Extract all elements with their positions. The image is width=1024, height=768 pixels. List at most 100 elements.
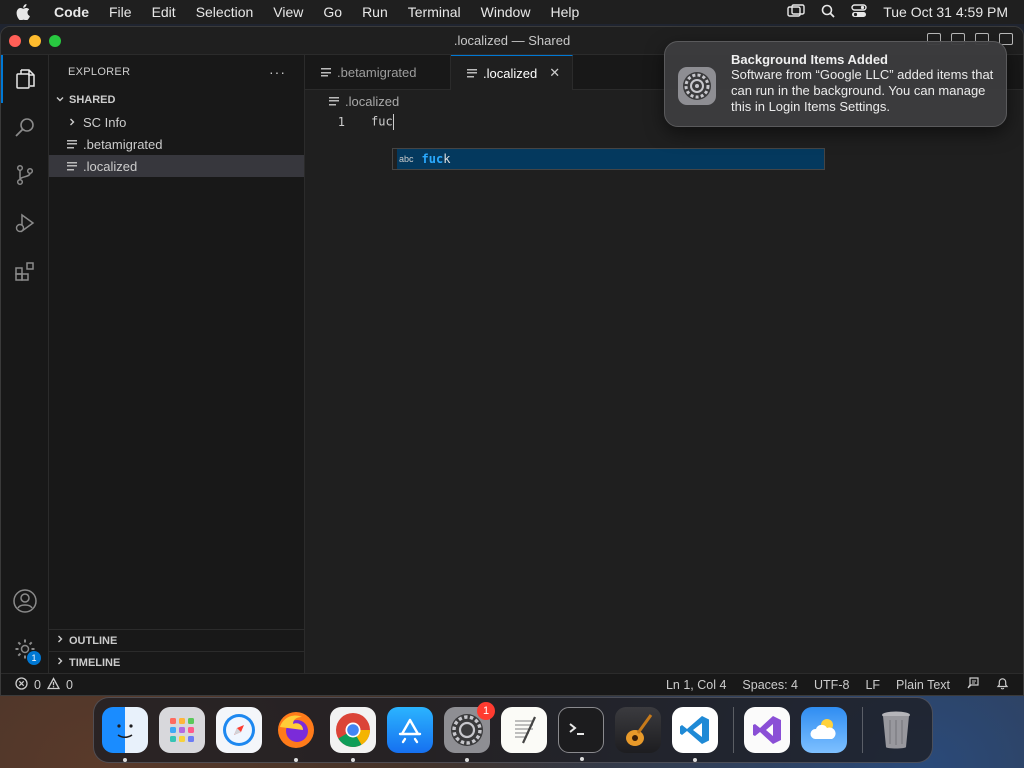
file-icon bbox=[467, 68, 477, 78]
launchpad-icon[interactable] bbox=[159, 707, 205, 753]
folder-name: SHARED bbox=[69, 94, 116, 106]
language-mode[interactable]: Plain Text bbox=[896, 678, 950, 692]
manage-gear-icon[interactable]: 1 bbox=[1, 625, 49, 673]
visual-studio-code-icon[interactable] bbox=[672, 707, 718, 762]
folder-section-shared[interactable]: SHARED bbox=[49, 89, 304, 111]
cursor-position[interactable]: Ln 1, Col 4 bbox=[666, 678, 726, 692]
close-tab-icon[interactable]: ✕ bbox=[549, 65, 560, 81]
textedit-icon[interactable] bbox=[501, 707, 547, 753]
source-control-icon[interactable] bbox=[1, 151, 49, 199]
menu-file[interactable]: File bbox=[109, 4, 132, 20]
code-text-content: fuc bbox=[371, 114, 393, 129]
finder-icon[interactable] bbox=[102, 707, 148, 762]
running-indicator bbox=[693, 758, 697, 762]
tab-localized[interactable]: .localized ✕ bbox=[451, 55, 574, 90]
apple-menu-icon[interactable] bbox=[16, 4, 40, 20]
manage-badge: 1 bbox=[27, 651, 41, 665]
explorer-title: EXPLORER bbox=[68, 66, 131, 78]
error-count: 0 bbox=[34, 677, 41, 692]
feedback-icon[interactable] bbox=[966, 676, 980, 693]
search-icon[interactable] bbox=[1, 103, 49, 151]
file-icon bbox=[329, 96, 339, 106]
screen-mirroring-icon[interactable] bbox=[787, 3, 805, 21]
menu-run[interactable]: Run bbox=[362, 4, 388, 20]
menu-view[interactable]: View bbox=[273, 4, 303, 20]
tree-item-label: .betamigrated bbox=[83, 136, 163, 152]
menu-go[interactable]: Go bbox=[323, 4, 342, 20]
visual-studio-icon[interactable] bbox=[744, 707, 790, 753]
menu-selection[interactable]: Selection bbox=[196, 4, 254, 20]
notification-body: Software from “Google LLC” added items t… bbox=[731, 67, 994, 114]
menu-terminal[interactable]: Terminal bbox=[408, 4, 461, 20]
tab-betamigrated[interactable]: .betamigrated bbox=[305, 55, 451, 90]
system-settings-icon[interactable]: 1 bbox=[444, 702, 495, 762]
maximize-window-button[interactable] bbox=[49, 34, 61, 47]
code-text[interactable]: fuc bbox=[371, 114, 395, 130]
tree-file-betamigrated[interactable]: .betamigrated bbox=[49, 133, 304, 155]
workbench: 1 EXPLORER ··· SHARED SC Info .betamigra… bbox=[1, 55, 1023, 673]
menu-help[interactable]: Help bbox=[550, 4, 579, 20]
line-number: 1 bbox=[337, 115, 345, 129]
explorer-header: EXPLORER ··· bbox=[49, 55, 304, 89]
file-icon bbox=[67, 139, 77, 149]
editor-group: .betamigrated .localized ✕ .localized 1 … bbox=[305, 55, 1023, 673]
terminal-icon[interactable] bbox=[558, 707, 604, 761]
activity-bar-bottom: 1 bbox=[1, 577, 49, 673]
tree-item-label: SC Info bbox=[83, 114, 127, 130]
timeline-section[interactable]: TIMELINE bbox=[49, 651, 304, 673]
tree-file-localized[interactable]: .localized bbox=[49, 155, 304, 177]
suggestion-rest: k bbox=[443, 152, 451, 166]
app-store-icon[interactable] bbox=[387, 707, 433, 753]
suggest-widget: abc fuc k bbox=[392, 148, 825, 170]
running-indicator bbox=[351, 758, 355, 762]
status-bar: 0 0 Ln 1, Col 4 Spaces: 4 UTF-8 LF Plain… bbox=[1, 673, 1023, 695]
running-indicator bbox=[294, 758, 298, 762]
end-of-line[interactable]: LF bbox=[865, 678, 880, 692]
menu-edit[interactable]: Edit bbox=[152, 4, 176, 20]
minimize-window-button[interactable] bbox=[29, 34, 41, 47]
encoding[interactable]: UTF-8 bbox=[814, 678, 849, 692]
system-settings-gear-icon bbox=[677, 66, 717, 106]
safari-icon[interactable] bbox=[216, 707, 262, 753]
problems-status[interactable]: 0 0 bbox=[1, 676, 73, 693]
extensions-icon[interactable] bbox=[1, 247, 49, 295]
warning-icon bbox=[46, 676, 61, 693]
chrome-icon[interactable] bbox=[330, 707, 376, 762]
indentation[interactable]: Spaces: 4 bbox=[742, 678, 798, 692]
warning-count: 0 bbox=[65, 677, 73, 692]
outline-section[interactable]: OUTLINE bbox=[49, 629, 304, 651]
firefox-icon[interactable] bbox=[273, 707, 319, 762]
breadcrumb-file[interactable]: .localized bbox=[345, 94, 399, 109]
tab-label: .betamigrated bbox=[337, 65, 417, 80]
window-controls bbox=[9, 34, 61, 47]
close-window-button[interactable] bbox=[9, 34, 21, 47]
chevron-right-icon bbox=[67, 115, 77, 130]
weather-icon[interactable] bbox=[801, 707, 847, 753]
accounts-icon[interactable] bbox=[1, 577, 49, 625]
activity-bar: 1 bbox=[1, 55, 49, 673]
dock-separator bbox=[862, 707, 863, 753]
menubar-clock[interactable]: Tue Oct 31 4:59 PM bbox=[883, 4, 1008, 20]
trash-icon[interactable] bbox=[873, 707, 919, 753]
error-icon bbox=[15, 676, 28, 693]
suggestion-item[interactable]: abc fuc k bbox=[397, 149, 824, 169]
notification-content: Background Items Added Software from “Go… bbox=[731, 52, 994, 116]
chevron-right-icon bbox=[55, 634, 65, 647]
dock: 1 bbox=[93, 697, 933, 763]
menu-window[interactable]: Window bbox=[481, 4, 531, 20]
run-and-debug-icon[interactable] bbox=[1, 199, 49, 247]
control-center-icon[interactable] bbox=[851, 3, 867, 21]
menu-app-name[interactable]: Code bbox=[54, 4, 89, 20]
tree-folder-sc-info[interactable]: SC Info bbox=[49, 111, 304, 133]
timeline-title: TIMELINE bbox=[69, 656, 121, 669]
garageband-icon[interactable] bbox=[615, 707, 661, 753]
spotlight-search-icon[interactable] bbox=[821, 4, 835, 21]
more-actions-icon[interactable]: ··· bbox=[269, 64, 286, 80]
dock-separator bbox=[733, 707, 734, 753]
notifications-bell-icon[interactable] bbox=[996, 676, 1009, 693]
explorer-icon[interactable] bbox=[1, 55, 49, 103]
outline-title: OUTLINE bbox=[69, 634, 118, 647]
file-icon bbox=[321, 68, 331, 77]
background-items-notification[interactable]: Background Items Added Software from “Go… bbox=[664, 41, 1007, 127]
chevron-down-icon bbox=[55, 94, 65, 107]
